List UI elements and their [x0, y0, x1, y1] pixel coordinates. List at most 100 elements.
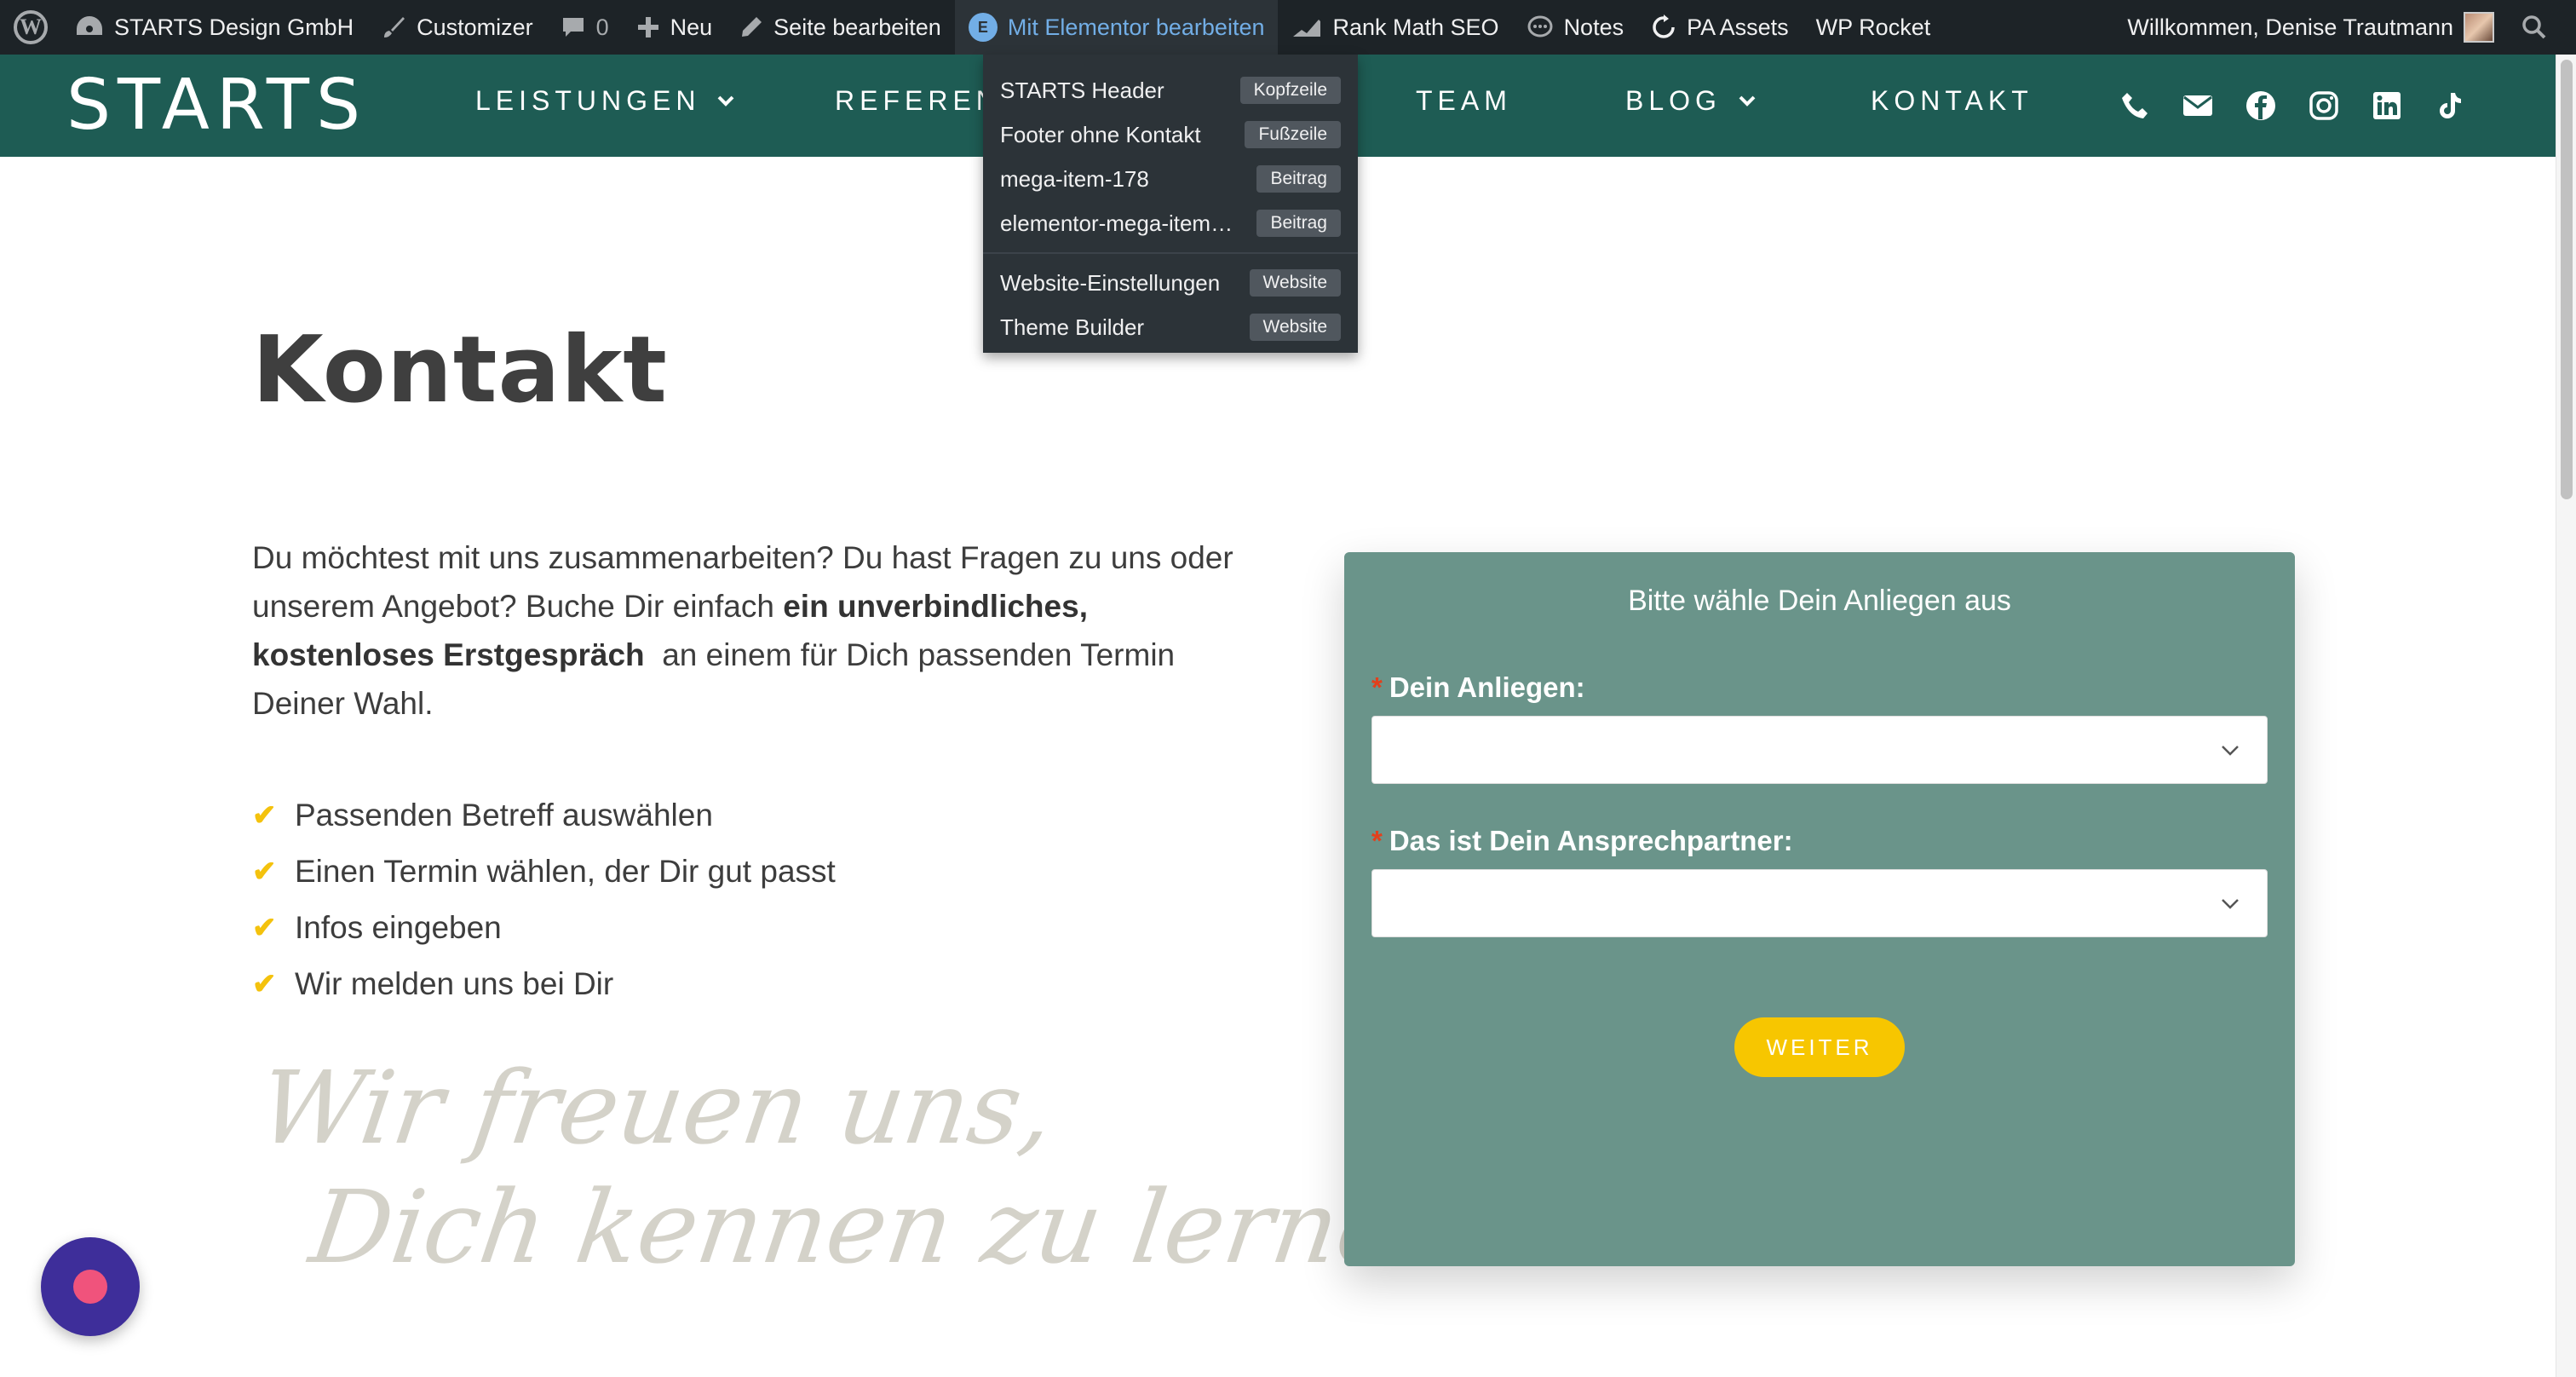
new-label: Neu: [670, 14, 713, 40]
dropdown-item-label: Theme Builder: [1000, 314, 1145, 340]
dropdown-item-badge: Beitrag: [1256, 210, 1341, 237]
wp-rocket-label: WP Rocket: [1815, 14, 1931, 40]
dropdown-item[interactable]: STARTS Header Kopfzeile: [983, 68, 1358, 112]
brush-icon: [384, 17, 405, 37]
dropdown-item-label: elementor-mega-item…: [1000, 210, 1233, 236]
handwritten-tagline: Wir freuen uns, Dich kennen zu lernen!: [235, 1048, 1527, 1287]
dropdown-item[interactable]: Footer ohne Kontakt Fußzeile: [983, 112, 1358, 157]
chat-widget-button[interactable]: [41, 1237, 140, 1336]
rank-math-link[interactable]: Rank Math SEO: [1278, 0, 1512, 55]
form-heading: Bitte wähle Dein Anliegen aus: [1628, 585, 2011, 617]
chevron-down-icon: [1739, 95, 1756, 107]
dropdown-item-badge: Beitrag: [1256, 165, 1341, 193]
record-dot-icon: [73, 1270, 107, 1304]
chevron-down-icon: [718, 95, 734, 107]
dropdown-item-label: mega-item-178: [1000, 165, 1149, 192]
edit-page-label: Seite bearbeiten: [773, 14, 941, 40]
my-account-link[interactable]: Willkommen, Denise Trautmann: [2113, 0, 2508, 55]
facebook-icon[interactable]: [2244, 89, 2278, 123]
dropdown-item[interactable]: Theme Builder Website: [983, 305, 1358, 349]
dropdown-item[interactable]: elementor-mega-item… Beitrag: [983, 201, 1358, 245]
phone-icon[interactable]: [2118, 89, 2152, 123]
nav-blog[interactable]: BLOG: [1625, 85, 1756, 117]
pa-assets-label: PA Assets: [1687, 14, 1789, 40]
wordpress-logo-button[interactable]: W: [0, 0, 61, 55]
notes-link[interactable]: Notes: [1513, 0, 1638, 55]
instagram-icon[interactable]: [2307, 89, 2341, 123]
notes-label: Notes: [1563, 14, 1624, 40]
ansprechpartner-select[interactable]: [1371, 869, 2268, 937]
dropdown-item[interactable]: mega-item-178 Beitrag: [983, 157, 1358, 201]
comment-icon: [562, 18, 584, 37]
customizer-link[interactable]: Customizer: [367, 0, 547, 55]
search-icon: [2522, 15, 2546, 39]
chat-bubble-icon: [1527, 15, 1553, 37]
list-item-label: Passenden Betreff auswählen: [295, 798, 713, 833]
dropdown-item-badge: Fußzeile: [1245, 121, 1341, 148]
chevron-down-icon: [2222, 746, 2239, 756]
rank-math-icon: [1293, 20, 1321, 37]
list-item-label: Wir melden uns bei Dir: [295, 966, 614, 1001]
page-title: Kontakt: [252, 317, 668, 423]
list-item: ✔ Wir melden uns bei Dir: [252, 956, 836, 1012]
dropdown-item[interactable]: Website-Einstellungen Website: [983, 261, 1358, 305]
pa-assets-link[interactable]: PA Assets: [1637, 0, 1803, 55]
rank-math-label: Rank Math SEO: [1332, 14, 1499, 40]
dropdown-item-label: STARTS Header: [1000, 77, 1164, 103]
admin-search-button[interactable]: [2508, 0, 2576, 55]
site-name-link[interactable]: STARTS Design GmbH: [61, 0, 367, 55]
starts-logo[interactable]: STARTS: [66, 71, 367, 141]
site-name-label: STARTS Design GmbH: [114, 14, 354, 40]
elementor-dropdown-menu: STARTS Header Kopfzeile Footer ohne Kont…: [983, 55, 1358, 353]
weiter-button[interactable]: WEITER: [1734, 1017, 1905, 1077]
dashboard-icon: [77, 16, 102, 35]
page-scrollbar[interactable]: [2556, 55, 2576, 1377]
checkmark-icon: ✔: [252, 799, 277, 832]
wp-rocket-link[interactable]: WP Rocket: [1803, 0, 1945, 55]
tagline-line-1: Wir freuen uns,: [252, 1049, 1061, 1167]
checkmark-icon: ✔: [252, 856, 277, 888]
refresh-icon: [1653, 14, 1675, 38]
required-marker: *: [1371, 671, 1383, 703]
comments-count: 0: [595, 14, 609, 40]
required-marker: *: [1371, 825, 1383, 856]
intro-paragraph: Du möchtest mit uns zusammenarbeiten? Du…: [252, 533, 1257, 728]
contact-form-card: Bitte wähle Dein Anliegen aus * Dein Anli…: [1344, 552, 2295, 1266]
edit-page-link[interactable]: Seite bearbeiten: [726, 0, 955, 55]
new-content-link[interactable]: Neu: [623, 0, 727, 55]
dropdown-divider: [983, 252, 1358, 254]
avatar: [2464, 12, 2494, 43]
list-item-label: Einen Termin wählen, der Dir gut passt: [295, 854, 836, 889]
wordpress-icon: W: [14, 10, 48, 44]
checkmark-icon: ✔: [252, 968, 277, 1000]
elementor-edit-link[interactable]: E Mit Elementor bearbeiten: [954, 0, 1279, 55]
welcome-label: Willkommen, Denise Trautmann: [2127, 14, 2453, 40]
email-icon[interactable]: [2181, 89, 2215, 123]
steps-list: ✔ Passenden Betreff auswählen ✔ Einen Term…: [252, 787, 836, 1012]
anliegen-select[interactable]: [1371, 716, 2268, 784]
chevron-down-icon: [2222, 899, 2239, 909]
nav-kontakt-label: KONTAKT: [1871, 85, 2033, 116]
dropdown-item-badge: Website: [1249, 269, 1341, 297]
nav-team[interactable]: TEAM: [1416, 85, 1512, 117]
linkedin-icon[interactable]: [2370, 89, 2404, 123]
dropdown-item-label: Website-Einstellungen: [1000, 269, 1221, 296]
nav-kontakt[interactable]: KONTAKT: [1871, 85, 2033, 117]
anliegen-label-text: Dein Anliegen:: [1389, 671, 1585, 703]
tagline-line-2: Dich kennen zu lernen!: [303, 1168, 1511, 1286]
nav-blog-label: BLOG: [1625, 85, 1722, 116]
scrollbar-thumb[interactable]: [2561, 60, 2573, 499]
anliegen-label: * Dein Anliegen:: [1371, 671, 1585, 704]
nav-team-label: TEAM: [1416, 85, 1512, 116]
tiktok-icon[interactable]: [2433, 89, 2467, 123]
nav-leistungen[interactable]: LEISTUNGEN: [475, 85, 734, 117]
nav-referenzen-label: REFEREN: [835, 85, 1001, 116]
checkmark-icon: ✔: [252, 912, 277, 944]
list-item: ✔ Infos eingeben: [252, 900, 836, 956]
list-item-label: Infos eingeben: [295, 910, 502, 945]
nav-referenzen[interactable]: REFEREN: [835, 85, 1001, 117]
customizer-label: Customizer: [417, 14, 533, 40]
dropdown-item-badge: Kopfzeile: [1239, 77, 1341, 104]
dropdown-item-badge: Website: [1249, 314, 1341, 341]
comments-link[interactable]: 0: [547, 0, 623, 55]
